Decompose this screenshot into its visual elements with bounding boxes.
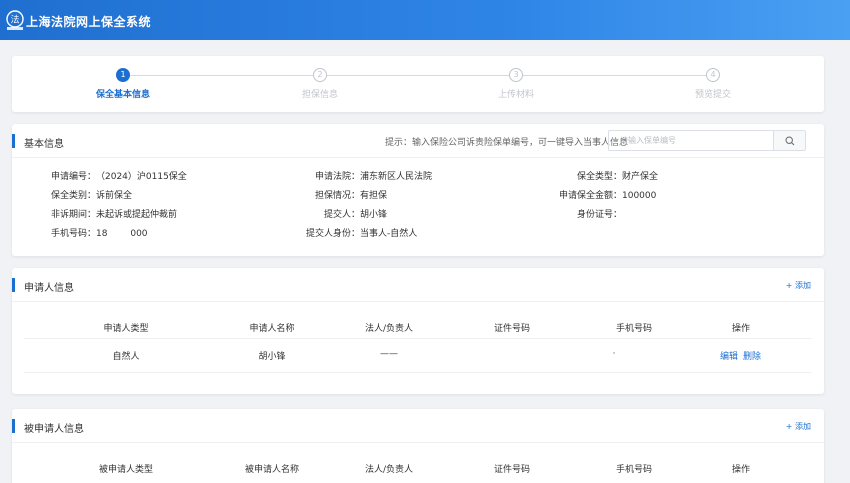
table-header: 证件号码 — [493, 465, 530, 475]
section-title: 被申请人信息 — [24, 424, 84, 435]
step-4-label[interactable]: 预览提交 — [663, 87, 763, 100]
field-id-number: 身份证号： — [576, 210, 622, 220]
section-accent-bar — [12, 134, 15, 148]
policy-number-input[interactable] — [609, 131, 773, 150]
step-3-dot[interactable]: 3 — [509, 68, 523, 82]
add-respondent-button[interactable]: + 添加 — [786, 421, 811, 432]
section-title: 申请人信息 — [24, 283, 74, 294]
top-bar: 法 上海法院网上保全系统 — [0, 0, 850, 40]
table-header: 被申请人名称 — [244, 465, 299, 475]
section-header: 申请人信息 + 添加 — [12, 268, 824, 302]
step-2-dot[interactable]: 2 — [313, 68, 327, 82]
table-header: 法人/负责人 — [364, 324, 414, 334]
svg-text:法: 法 — [10, 14, 19, 26]
court-emblem-icon: 法 — [6, 10, 24, 30]
cell-legal-rep: —— — [380, 349, 398, 359]
respondent-section: 被申请人信息 + 添加 被申请人类型 被申请人名称 法人/负责人 证件号码 手机… — [12, 409, 824, 483]
cell-applicant-type: 自然人 — [112, 352, 140, 362]
step-1-label[interactable]: 保全基本信息 — [73, 87, 173, 100]
step-connector — [327, 75, 509, 76]
cell-applicant-name: 胡小锋 — [258, 352, 286, 362]
delete-applicant-link[interactable]: 删除 — [743, 349, 761, 362]
search-button[interactable] — [773, 131, 805, 150]
policy-search-box — [608, 130, 806, 151]
progress-steps: 1 保全基本信息 2 担保信息 3 上传材料 4 预览提交 — [12, 56, 824, 112]
table-header: 申请人类型 — [103, 324, 149, 334]
table-header: 手机号码 — [615, 324, 652, 334]
field-submitter-identity: 提交人身份：当事人-自然人 — [305, 229, 418, 239]
section-header: 被申请人信息 + 添加 — [12, 409, 824, 443]
step-connector — [130, 75, 313, 76]
table-header: 被申请人类型 — [98, 465, 153, 475]
search-icon — [785, 136, 795, 146]
section-accent-bar — [12, 419, 15, 433]
table-divider — [24, 372, 812, 373]
applicant-section: 申请人信息 + 添加 申请人类型 申请人名称 法人/负责人 证件号码 手机号码 … — [12, 268, 824, 394]
section-header: 基本信息 提示：输入保险公司诉责险保单编号，可一键导入当事人信息 — [12, 124, 824, 158]
field-amount: 申请保全金额：100000 — [558, 191, 657, 201]
table-header: 申请人名称 — [249, 324, 295, 334]
step-connector — [523, 75, 706, 76]
table-header: 操作 — [731, 465, 750, 475]
step-1-dot[interactable]: 1 — [116, 68, 130, 82]
basic-info-section: 基本信息 提示：输入保险公司诉责险保单编号，可一键导入当事人信息 申请编号：（2… — [12, 124, 824, 256]
table-header: 法人/负责人 — [364, 465, 414, 475]
add-applicant-button[interactable]: + 添加 — [786, 280, 811, 291]
cell-phone: · — [612, 349, 616, 359]
table-divider — [24, 338, 812, 339]
step-2-label[interactable]: 担保信息 — [270, 87, 370, 100]
import-hint: 提示：输入保险公司诉责险保单编号，可一键导入当事人信息 — [385, 138, 629, 148]
table-header: 操作 — [731, 324, 750, 334]
edit-applicant-link[interactable]: 编辑 — [720, 349, 738, 362]
section-title: 基本信息 — [24, 139, 64, 150]
app-title: 上海法院网上保全系统 — [26, 15, 152, 29]
table-header: 手机号码 — [615, 465, 652, 475]
step-3-label[interactable]: 上传材料 — [466, 87, 566, 100]
field-type: 保全类型：财产保全 — [576, 172, 659, 182]
section-accent-bar — [12, 278, 15, 292]
step-4-dot[interactable]: 4 — [706, 68, 720, 82]
table-header: 证件号码 — [493, 324, 530, 334]
